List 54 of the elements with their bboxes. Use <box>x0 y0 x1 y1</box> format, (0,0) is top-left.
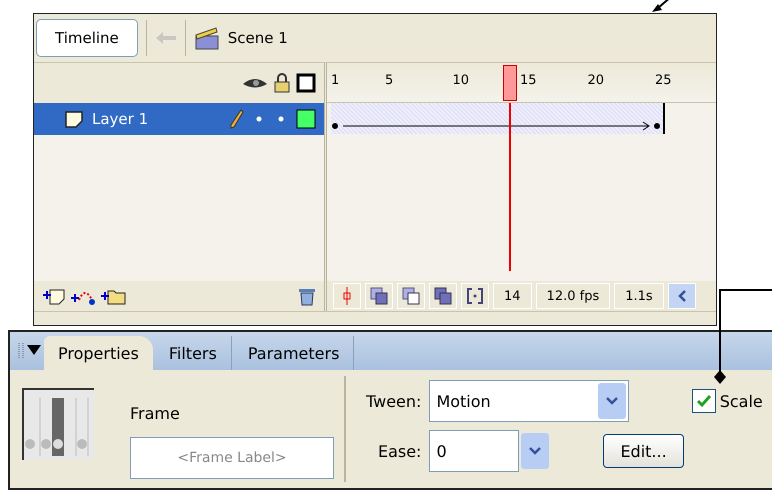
panel-tab[interactable]: Properties <box>44 336 153 370</box>
overlapping-squares-icon <box>370 287 388 305</box>
frame-rate: 12.0 fps <box>536 283 610 309</box>
tween-label: Tween: <box>366 392 422 410</box>
eye-icon[interactable] <box>242 76 268 90</box>
onion-outline-button[interactable] <box>397 283 425 309</box>
panel-tab[interactable]: Parameters <box>234 336 354 370</box>
trash-icon[interactable] <box>298 286 316 306</box>
frame-number: 25 <box>655 73 672 88</box>
overlapping-squares-icon <box>434 287 452 305</box>
chevron-down-icon <box>528 446 542 456</box>
panel-tab[interactable]: Filters <box>154 336 232 370</box>
lock-icon[interactable] <box>274 73 290 93</box>
outline-square-icon[interactable] <box>296 73 316 93</box>
center-frame-button[interactable] <box>333 283 361 309</box>
current-frame: 14 <box>493 283 532 309</box>
frame-number: 1 <box>331 73 340 88</box>
frame-number: 10 <box>452 73 470 88</box>
frame-number: 20 <box>588 73 604 88</box>
playhead-marker-icon <box>343 287 351 305</box>
tween-dropdown[interactable]: Motion <box>429 380 630 422</box>
ease-label: Ease: <box>378 442 422 460</box>
outline-color-icon[interactable] <box>296 109 316 129</box>
onion-skin-button[interactable] <box>365 283 393 309</box>
collapse-triangle-icon[interactable] <box>26 344 42 356</box>
check-icon <box>696 394 712 408</box>
frame-label-field[interactable]: <Frame Label> <box>130 437 334 479</box>
keyframe-icon <box>22 388 94 460</box>
playhead[interactable] <box>502 65 517 101</box>
ease-dropdown-button[interactable] <box>521 433 550 469</box>
frame-number: 5 <box>385 73 394 88</box>
frame-number: 15 <box>520 73 537 88</box>
layer-icon <box>64 110 84 128</box>
bracket-icon <box>467 288 483 304</box>
frame-ruler[interactable]: 1 5 10 15 20 25 <box>327 63 716 103</box>
chevron-left-icon <box>676 289 687 303</box>
layer-name: Layer 1 <box>92 110 150 128</box>
edit-button[interactable]: Edit... <box>603 434 684 468</box>
scale-checkbox[interactable]: Scale <box>692 389 763 413</box>
layer-row[interactable]: Layer 1 <box>34 103 324 135</box>
frame-title: Frame <box>130 404 181 423</box>
chevron-down-icon <box>605 396 620 406</box>
timeline-button[interactable]: Timeline <box>36 19 138 57</box>
modify-markers-button[interactable] <box>461 283 489 309</box>
pencil-icon <box>230 109 244 129</box>
edit-multiple-frames-button[interactable] <box>429 283 457 309</box>
scroll-left-button[interactable] <box>668 283 696 309</box>
ease-field[interactable]: 0 <box>429 430 520 472</box>
checkbox[interactable] <box>692 389 716 413</box>
overlapping-squares-icon <box>402 287 420 305</box>
clapperboard-icon <box>194 26 220 50</box>
grip-icon <box>18 342 24 360</box>
scene-name: Scene 1 <box>228 29 288 47</box>
elapsed-time: 1.1s <box>614 283 664 309</box>
